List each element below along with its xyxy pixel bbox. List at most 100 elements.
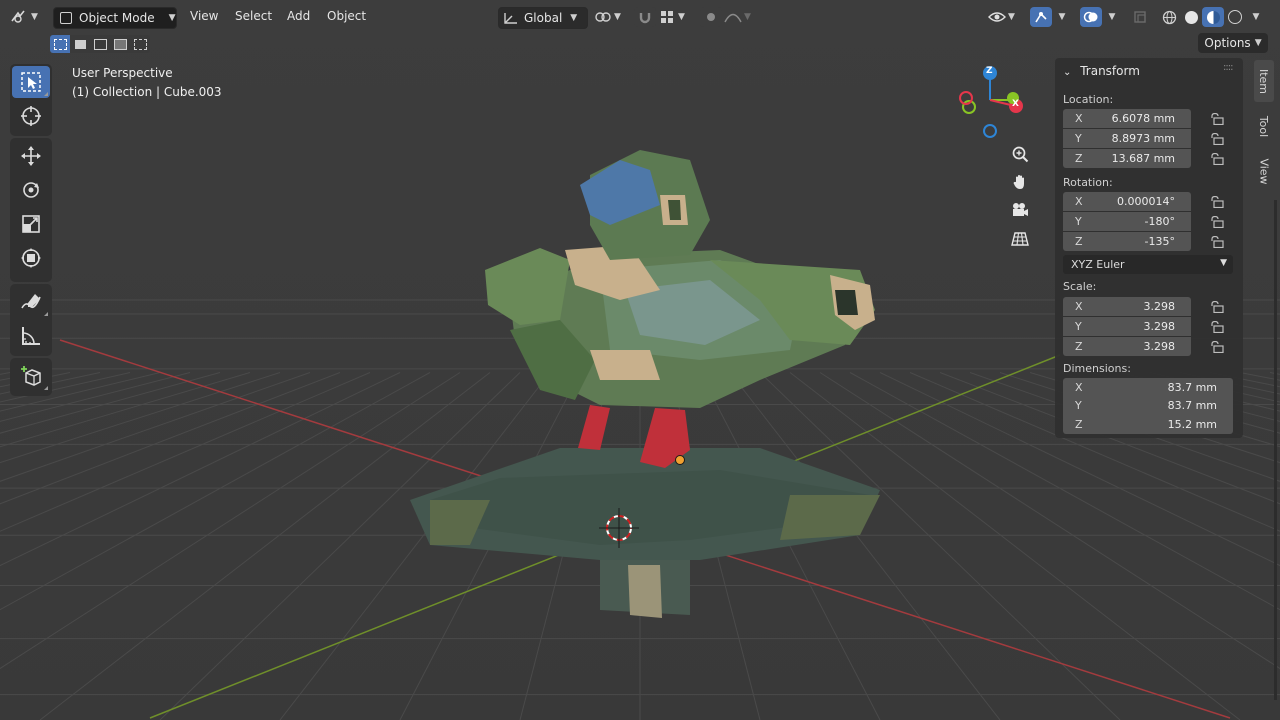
falloff-dropdown[interactable]: ▼ xyxy=(724,7,756,27)
drag-handle-icon[interactable]: :::: xyxy=(1223,62,1234,73)
measure-tool[interactable] xyxy=(12,320,50,352)
shading-rendered[interactable] xyxy=(1224,7,1246,27)
gizmo-dropdown[interactable]: ▼ xyxy=(1052,7,1072,27)
rotation-mode-dropdown[interactable]: XYZ Euler ▼ xyxy=(1063,255,1233,274)
scale-tool[interactable] xyxy=(12,208,50,240)
scale-x-field[interactable]: X 3.298 xyxy=(1063,297,1191,316)
viewport-editor-icon xyxy=(11,10,25,23)
shading-dropdown[interactable]: ▼ xyxy=(1246,7,1266,27)
lock-rotation-x-icon[interactable] xyxy=(1210,196,1224,208)
menu-view[interactable]: View xyxy=(190,9,218,23)
proportional-icon xyxy=(707,13,715,21)
snap-target-dropdown[interactable]: ▼ xyxy=(660,7,692,27)
chevron-down-icon: ▼ xyxy=(168,13,176,23)
lock-rotation-y-icon[interactable] xyxy=(1210,216,1224,228)
sidebar-scrollbar[interactable] xyxy=(1274,200,1277,700)
shading-solid[interactable] xyxy=(1180,7,1202,27)
rotation-z-field[interactable]: Z -135° xyxy=(1063,232,1191,251)
viewport-header: ▼ Object Mode ▼ View Select Add Object G… xyxy=(0,0,1280,34)
lock-scale-z-icon[interactable] xyxy=(1210,341,1224,353)
overlays-toggle[interactable] xyxy=(1080,7,1102,27)
dimensions-z-field[interactable]: Z 15.2 mm xyxy=(1063,415,1233,434)
mode-dropdown[interactable]: Object Mode ▼ xyxy=(53,7,177,29)
zoom-icon xyxy=(1012,146,1029,163)
menu-object[interactable]: Object xyxy=(327,9,366,23)
tab-view[interactable]: View xyxy=(1254,150,1274,192)
dimensions-y-field[interactable]: Y 83.7 mm xyxy=(1063,396,1233,415)
visibility-dropdown[interactable]: ▼ xyxy=(988,7,1024,27)
magnet-icon xyxy=(639,13,651,24)
menu-add[interactable]: Add xyxy=(287,9,310,23)
chevron-down-icon: ⌄ xyxy=(1063,67,1072,78)
mode-label: Object Mode xyxy=(79,11,155,25)
gizmo-icon xyxy=(1035,12,1047,23)
select-subtract-button[interactable] xyxy=(90,35,110,53)
overlays-dropdown[interactable]: ▼ xyxy=(1102,7,1122,27)
select-box-tool[interactable] xyxy=(12,66,50,98)
lock-location-z-icon[interactable] xyxy=(1210,153,1224,165)
rendered-sphere-icon xyxy=(1228,10,1242,24)
chevron-down-icon: ▼ xyxy=(678,12,685,22)
proportional-editing-toggle[interactable] xyxy=(700,7,722,27)
transform-orientation-dropdown[interactable]: Global ▼ xyxy=(498,7,588,29)
select-box-icon xyxy=(21,72,41,92)
xray-toggle[interactable] xyxy=(1130,7,1150,27)
solid-sphere-icon xyxy=(1184,10,1198,24)
eye-icon xyxy=(988,12,1006,22)
transform-tool[interactable] xyxy=(12,242,50,274)
chevron-down-icon: ▼ xyxy=(1008,12,1015,22)
measure-ruler-icon xyxy=(22,327,40,345)
move-tool[interactable] xyxy=(12,140,50,172)
location-z-field[interactable]: Z 13.687 mm xyxy=(1063,149,1191,168)
chevron-down-icon: ▼ xyxy=(1220,258,1227,268)
editor-type-button[interactable]: ▼ xyxy=(10,7,46,27)
lock-scale-x-icon[interactable] xyxy=(1210,301,1224,313)
rotate-tool[interactable] xyxy=(12,174,50,206)
add-cube-icon xyxy=(21,366,41,386)
menu-select[interactable]: Select xyxy=(235,9,272,23)
shading-material[interactable] xyxy=(1202,7,1224,27)
location-x-field[interactable]: X 6.6078 mm xyxy=(1063,109,1191,128)
dimensions-x-field[interactable]: X 83.7 mm xyxy=(1063,378,1233,397)
tab-tool[interactable]: Tool xyxy=(1254,106,1274,146)
location-y-field[interactable]: Y 8.8973 mm xyxy=(1063,129,1191,148)
scale-z-field[interactable]: Z 3.298 xyxy=(1063,337,1191,356)
snap-grid-icon xyxy=(661,11,673,23)
snap-toggle[interactable] xyxy=(634,7,656,27)
overlays-icon xyxy=(1083,11,1098,23)
shading-wireframe[interactable] xyxy=(1158,7,1180,27)
rotation-x-field[interactable]: X 0.000014° xyxy=(1063,192,1191,211)
lock-location-y-icon[interactable] xyxy=(1210,133,1224,145)
camera-view-button[interactable] xyxy=(1007,197,1033,223)
zoom-button[interactable] xyxy=(1007,141,1033,167)
add-cube-tool[interactable] xyxy=(12,360,50,392)
transform-panel-header[interactable]: ⌄ Transform xyxy=(1063,64,1140,78)
orientation-icon xyxy=(504,13,517,24)
scale-y-field[interactable]: Y 3.298 xyxy=(1063,317,1191,336)
perspective-toggle-button[interactable] xyxy=(1007,226,1033,252)
transform-icon xyxy=(21,248,41,268)
tab-item[interactable]: Item xyxy=(1254,60,1274,102)
annotate-pen-icon xyxy=(21,294,41,309)
options-label: Options xyxy=(1204,36,1251,50)
rotate-icon xyxy=(23,182,39,198)
select-extend-button[interactable] xyxy=(70,35,90,53)
orientation-label: Global xyxy=(524,11,563,25)
lock-location-x-icon[interactable] xyxy=(1210,113,1224,125)
select-new-button[interactable] xyxy=(50,35,70,53)
pivot-point-button[interactable]: ▼ xyxy=(594,7,628,27)
lock-rotation-z-icon[interactable] xyxy=(1210,236,1224,248)
select-difference-button[interactable] xyxy=(110,35,130,53)
cursor-tool[interactable] xyxy=(12,100,50,132)
chevron-down-icon: ▼ xyxy=(570,13,578,23)
move-icon xyxy=(21,146,41,166)
panel-title: Transform xyxy=(1080,64,1140,78)
select-intersect-button[interactable] xyxy=(130,35,150,53)
options-dropdown[interactable]: Options ▼ xyxy=(1198,33,1268,53)
gizmo-toggle[interactable] xyxy=(1030,7,1052,27)
annotate-tool[interactable] xyxy=(12,286,50,318)
pan-button[interactable] xyxy=(1007,169,1033,195)
view-name: User Perspective xyxy=(72,66,173,80)
rotation-y-field[interactable]: Y -180° xyxy=(1063,212,1191,231)
lock-scale-y-icon[interactable] xyxy=(1210,321,1224,333)
